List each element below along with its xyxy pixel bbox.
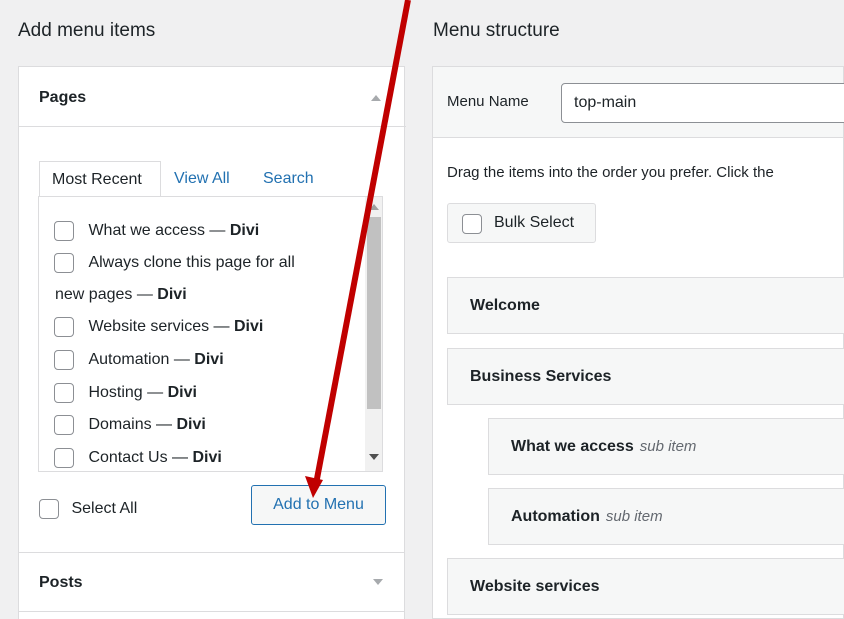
menu-item-welcome[interactable]: Welcome: [447, 277, 844, 334]
bulk-select-checkbox[interactable]: [462, 214, 482, 234]
menu-name-input[interactable]: top-main: [561, 83, 844, 123]
page-checkbox[interactable]: [54, 350, 74, 370]
menu-item-automation[interactable]: Automation sub item: [488, 488, 844, 545]
list-item[interactable]: What we access — Divi: [54, 221, 259, 241]
add-menu-items-heading: Add menu items: [18, 20, 156, 41]
panel-bottom-edge: [18, 612, 405, 619]
tab-view-all[interactable]: View All: [174, 170, 230, 188]
bulk-select-button[interactable]: Bulk Select: [447, 203, 596, 243]
select-all-checkbox[interactable]: [39, 499, 59, 519]
pages-list[interactable]: What we access — Divi Always clone this …: [38, 196, 383, 472]
menu-name-label: Menu Name: [447, 93, 529, 110]
list-item[interactable]: Contact Us — Divi: [54, 448, 222, 468]
posts-section-title[interactable]: Posts: [39, 574, 83, 592]
list-item[interactable]: Automation — Divi: [54, 350, 224, 370]
posts-panel: Posts: [18, 552, 405, 612]
scrollbar-thumb[interactable]: [367, 217, 381, 409]
add-to-menu-button[interactable]: Add to Menu: [251, 485, 386, 525]
page-checkbox[interactable]: [54, 253, 74, 273]
select-all[interactable]: Select All: [39, 499, 137, 519]
menu-item-website-services[interactable]: Website services: [447, 558, 844, 615]
menu-name-bar: Menu Name top-main: [432, 66, 844, 138]
list-item[interactable]: Hosting — Divi: [54, 383, 197, 403]
list-item-continued: new pages — Divi: [55, 286, 187, 303]
tab-search[interactable]: Search: [263, 170, 314, 188]
list-item[interactable]: Website services — Divi: [54, 317, 263, 337]
menu-item-business-services[interactable]: Business Services: [447, 348, 844, 405]
page-checkbox[interactable]: [54, 415, 74, 435]
instructions-text: Drag the items into the order you prefer…: [447, 164, 774, 181]
menu-item-what-we-access[interactable]: What we access sub item: [488, 418, 844, 475]
scroll-down-arrow-icon[interactable]: [369, 454, 379, 460]
list-item[interactable]: Domains — Divi: [54, 415, 206, 435]
expand-arrow-icon[interactable]: [373, 579, 383, 585]
pages-section-title[interactable]: Pages: [39, 89, 86, 107]
divider: [19, 126, 406, 127]
collapse-arrow-icon[interactable]: [371, 95, 381, 101]
select-all-label: Select All: [71, 500, 138, 517]
page-checkbox[interactable]: [54, 221, 74, 241]
pages-panel: Pages Most Recent View All Search What w…: [18, 66, 406, 553]
menu-structure-heading: Menu structure: [433, 20, 560, 41]
page-checkbox[interactable]: [54, 448, 74, 468]
list-item[interactable]: Always clone this page for all: [54, 253, 295, 273]
page-checkbox[interactable]: [54, 383, 74, 403]
page-checkbox[interactable]: [54, 317, 74, 337]
scroll-up-arrow-icon[interactable]: [369, 204, 379, 210]
tab-most-recent[interactable]: Most Recent: [39, 161, 161, 197]
menu-structure-body: Drag the items into the order you prefer…: [432, 137, 844, 619]
